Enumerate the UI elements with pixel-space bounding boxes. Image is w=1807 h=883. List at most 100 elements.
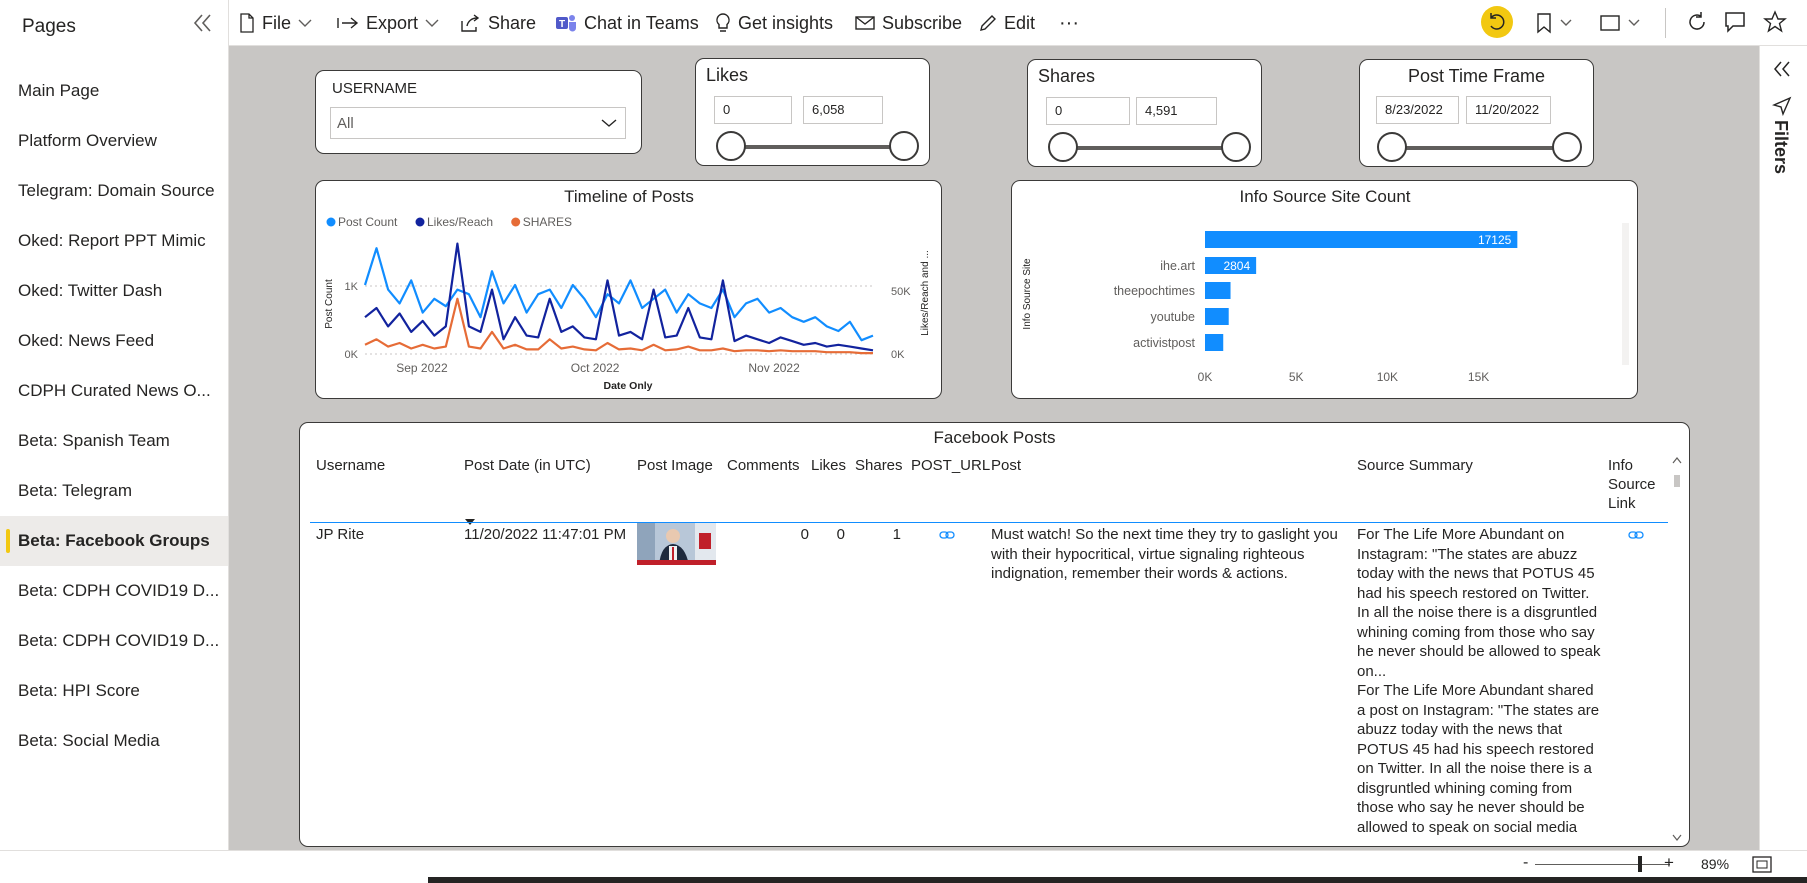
get-insights-button[interactable]: Get insights (715, 0, 833, 46)
page-item[interactable]: Oked: Twitter Dash (0, 266, 228, 316)
zoom-out-button[interactable]: - (1523, 854, 1528, 872)
comment-button[interactable] (1723, 10, 1747, 39)
page-item[interactable]: Beta: CDPH COVID19 D... (0, 616, 228, 666)
bar[interactable] (1205, 334, 1224, 351)
chevron-down-icon (425, 19, 439, 27)
col-header-username[interactable]: Username (316, 456, 385, 475)
post-text-line: Must watch! So the next time they try to… (991, 526, 1338, 543)
export-menu[interactable]: Export (337, 0, 439, 46)
bar[interactable] (1205, 231, 1518, 248)
collapse-pages-icon[interactable] (190, 10, 216, 36)
category-label: youtube (1151, 310, 1196, 324)
series-line-shares[interactable] (364, 297, 873, 355)
shares-min-input[interactable]: 0 (1046, 97, 1130, 125)
col-header-post[interactable]: Post (991, 456, 1021, 475)
refresh-icon (1689, 12, 1705, 30)
page-item[interactable]: CDPH Curated News O... (0, 366, 228, 416)
likes-max-input[interactable]: 6,058 (803, 96, 883, 124)
legend-marker (511, 217, 521, 227)
col-header-shares[interactable]: Shares (855, 456, 903, 475)
username-dropdown[interactable]: All (330, 107, 626, 139)
more-options-button[interactable]: ··· (1059, 0, 1079, 46)
filters-label[interactable]: Filters (1770, 120, 1791, 174)
toolbar: File Export Share T Chat in Teams Get in… (229, 0, 1807, 46)
start-date-input[interactable]: 8/23/2022 (1376, 96, 1459, 124)
page-item[interactable]: Telegram: Domain Source (0, 166, 228, 216)
timeline-chart[interactable]: Timeline of Posts Post Count Likes/Reach S… (316, 181, 941, 398)
date-slider-end-handle[interactable] (1552, 132, 1582, 162)
chat-in-teams-button[interactable]: T Chat in Teams (555, 0, 699, 46)
reset-button[interactable] (1481, 6, 1513, 38)
table-title: Facebook Posts (933, 428, 1056, 447)
subscribe-button[interactable]: Subscribe (855, 0, 962, 46)
zoom-slider-handle[interactable] (1638, 856, 1642, 872)
shares-slider-max-handle[interactable] (1221, 132, 1251, 162)
post-time-frame-slicer: Post Time Frame 8/23/2022 11/20/2022 (1359, 59, 1594, 167)
refresh-button[interactable] (1685, 10, 1709, 39)
shares-slider-min-handle[interactable] (1048, 132, 1078, 162)
series-line-likes-reach[interactable] (364, 242, 874, 352)
summary-text-line: Instagram: "The states are abuzz (1357, 545, 1578, 563)
zoom-in-button[interactable]: + (1664, 853, 1674, 873)
zoom-level: 89% (1701, 856, 1730, 872)
summary-text-line: today with the news that POTUS 45 (1357, 565, 1595, 582)
fit-to-page-icon[interactable] (1752, 856, 1772, 878)
share-button[interactable]: Share (461, 0, 536, 46)
export-icon (337, 17, 359, 29)
file-menu[interactable]: File (239, 0, 312, 46)
page-item[interactable]: Beta: Telegram (0, 466, 228, 516)
favorite-button[interactable] (1763, 10, 1787, 39)
col-header-source-summary[interactable]: Source Summary (1357, 456, 1473, 475)
likes-slider-min-handle[interactable] (716, 131, 746, 161)
pages-title: Pages (22, 16, 76, 37)
col-header-post-url[interactable]: POST_URL (911, 456, 990, 475)
post-image-thumbnail[interactable] (637, 523, 716, 565)
col-header-post-image[interactable]: Post Image (637, 456, 713, 475)
page-item[interactable]: Beta: HPI Score (0, 666, 228, 716)
bar[interactable] (1205, 308, 1229, 325)
page-item[interactable]: Platform Overview (0, 116, 228, 166)
table-scrollbar[interactable] (1671, 453, 1683, 843)
col-header-post-date[interactable]: Post Date (in UTC) (464, 456, 591, 475)
page-item[interactable]: Beta: Spanish Team (0, 416, 228, 466)
username-slicer-title: USERNAME (332, 80, 418, 97)
series-line-post-count[interactable] (363, 247, 874, 342)
y-tick-left: 1K (345, 281, 359, 293)
likes-min-input[interactable]: 0 (714, 96, 792, 124)
col-header-comments[interactable]: Comments (727, 456, 800, 475)
page-item[interactable]: Beta: Social Media (0, 716, 228, 766)
col-header-info-source-link[interactable]: Info Source Link (1608, 456, 1668, 513)
page-item[interactable]: Beta: CDPH COVID19 D... (0, 566, 228, 616)
page-item[interactable]: Oked: Report PPT Mimic (0, 216, 228, 266)
page-item[interactable]: Main Page (0, 66, 228, 116)
view-button[interactable] (1599, 12, 1645, 39)
col-header-likes[interactable]: Likes (811, 456, 846, 475)
legend-marker (415, 217, 425, 227)
likes-slider-max-handle[interactable] (889, 131, 919, 161)
status-bar: - + 89% (0, 850, 1807, 877)
x-tick-label: 15K (1468, 370, 1489, 384)
chart-scrollbar[interactable] (1622, 223, 1629, 365)
info-source-chart-card: Info Source Site Count Info Source Site … (1011, 180, 1638, 399)
chat-in-teams-label: Chat in Teams (584, 12, 699, 33)
x-tick-label: 10K (1377, 370, 1398, 384)
end-date-input[interactable]: 11/20/2022 (1466, 96, 1551, 124)
info-source-bar-chart[interactable]: Info Source Site Count Info Source Site … (1012, 181, 1637, 398)
expand-filters-icon[interactable] (1770, 58, 1794, 85)
taskbar-edge (428, 877, 1807, 883)
likes-slicer: Likes 0 6,058 (695, 58, 930, 166)
page-item[interactable]: Beta: Facebook Groups (0, 516, 228, 566)
post-text-line: with their hypocritical, virtue signalin… (991, 545, 1305, 563)
info-source-link-icon[interactable] (1628, 527, 1644, 545)
username-slicer: USERNAME All (315, 70, 642, 154)
bookmark-button[interactable] (1535, 12, 1575, 39)
comment-icon (1725, 12, 1745, 33)
post-url-link-icon[interactable] (939, 527, 955, 545)
shares-max-input[interactable]: 4,591 (1136, 97, 1217, 125)
page-item[interactable]: Oked: News Feed (0, 316, 228, 366)
edit-button[interactable]: Edit (979, 0, 1035, 46)
share-label: Share (488, 12, 537, 33)
zoom-slider-track[interactable] (1535, 864, 1670, 865)
bar[interactable] (1205, 282, 1231, 299)
date-slider-start-handle[interactable] (1377, 132, 1407, 162)
